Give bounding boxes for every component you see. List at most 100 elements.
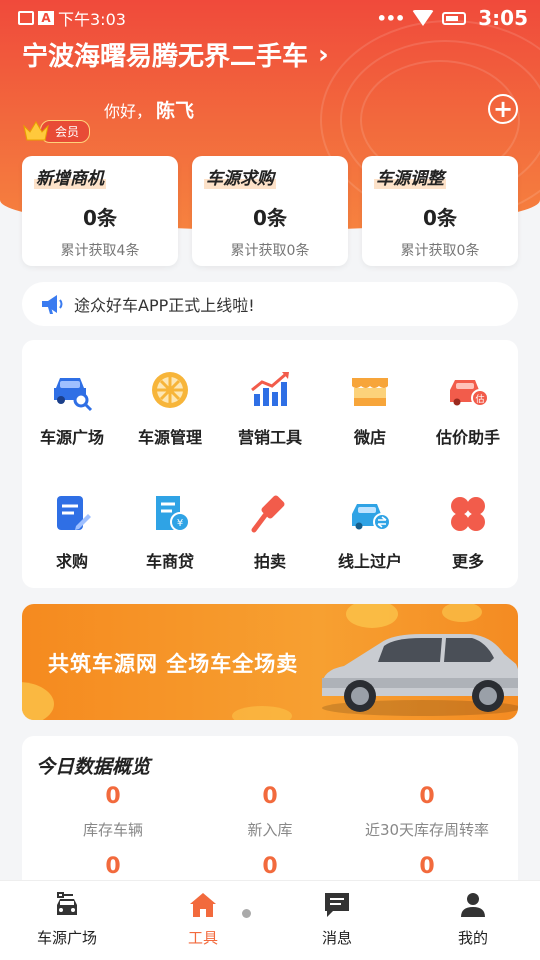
tool-label: 更多: [451, 552, 484, 571]
metric-value: 0: [419, 854, 435, 879]
tool-label: 拍卖: [253, 552, 286, 571]
car-transfer-icon: [352, 504, 391, 531]
overview-title: 今日数据概览: [36, 756, 151, 778]
stat-card-purchase-requests[interactable]: 车源求购 0条 累计获取0条: [192, 156, 348, 266]
metric-new-stock[interactable]: 0 新入库: [185, 784, 355, 840]
auction-hammer-icon: [251, 495, 285, 533]
announcement-bar[interactable]: 途众好车APP正式上线啦!: [22, 282, 518, 326]
crown-icon: [23, 121, 49, 141]
page-indicator-dot: [242, 909, 251, 918]
wheel-icon: [152, 372, 188, 408]
bottom-navigation: 车源广场 工具 消息 我的: [0, 880, 540, 960]
car-square-icon: [57, 892, 77, 915]
more-grid-icon: [451, 497, 485, 531]
stat-value: 0条: [423, 206, 457, 230]
tool-purchase-request[interactable]: 求购: [22, 492, 122, 572]
store-name: 宁波海曙易腾无界二手车: [22, 42, 309, 72]
tool-label: 估价助手: [435, 428, 500, 447]
loan-receipt-icon: ¥: [156, 496, 190, 532]
nav-tools[interactable]: 工具: [148, 889, 258, 948]
tool-label: 微店: [353, 428, 386, 447]
tools-grid: 车源广场 车源管理 营销工具 微店 估 估价助手 求购 ¥ 车商贷 拍卖 线上过…: [22, 340, 518, 588]
metric-turnover-rate[interactable]: 0 近30天库存周转率: [342, 784, 512, 840]
chevron-right-icon: ›: [318, 39, 329, 70]
car-valuation-icon: 估: [450, 380, 489, 407]
svg-text:估: 估: [475, 393, 484, 405]
stat-value: 0条: [253, 206, 287, 230]
tool-car-management[interactable]: 车源管理: [120, 368, 220, 448]
metric-value: 0: [105, 854, 121, 879]
nav-label: 车源广场: [36, 929, 97, 947]
metric-label: 新入库: [247, 821, 293, 839]
announcement-text: 途众好车APP正式上线啦!: [74, 296, 255, 315]
metric-row2-b[interactable]: 0: [185, 854, 355, 879]
stat-subtitle: 累计获取0条: [400, 243, 480, 259]
stat-title: 车源调整: [374, 164, 446, 189]
stat-subtitle: 累计获取4条: [60, 243, 140, 259]
status-left: A 下午3:03: [18, 6, 126, 30]
greeting-text: 你好，: [104, 102, 153, 121]
user-icon: [461, 893, 485, 917]
plus-icon: +: [492, 95, 514, 123]
home-icon: [190, 893, 216, 917]
data-overview: 今日数据概览 0 库存车辆 0 新入库 0 近30天库存周转率 0 0 0: [22, 736, 518, 896]
app-notification-icon: A: [38, 11, 54, 25]
tool-dealer-loan[interactable]: ¥ 车商贷: [120, 492, 220, 572]
status-bar: A 下午3:03 ••• 3:05: [0, 0, 540, 36]
metric-label: 库存车辆: [82, 821, 143, 839]
tool-label: 求购: [55, 552, 88, 571]
tool-label: 车源管理: [137, 428, 202, 447]
metric-row2-c[interactable]: 0: [342, 854, 512, 879]
gallery-notification-icon: [18, 11, 34, 25]
store-selector[interactable]: 宁波海曙易腾无界二手车 ›: [22, 36, 329, 73]
status-time: 3:05: [478, 6, 528, 30]
stat-title: 新增商机: [34, 164, 106, 189]
stat-subtitle: 累计获取0条: [230, 243, 310, 259]
message-icon: [325, 893, 349, 917]
nav-label: 工具: [187, 929, 218, 947]
metric-row2-a[interactable]: 0: [28, 854, 198, 879]
nav-messages[interactable]: 消息: [282, 889, 392, 948]
stat-card-new-leads[interactable]: 新增商机 0条 累计获取4条: [22, 156, 178, 266]
tool-label: 营销工具: [237, 428, 302, 447]
more-notifications-icon: •••: [376, 8, 406, 28]
svg-text:¥: ¥: [177, 518, 183, 529]
tool-car-square[interactable]: 车源广场: [22, 368, 122, 448]
add-button[interactable]: +: [488, 94, 518, 124]
status-left-text: 下午3:03: [58, 10, 126, 29]
car-search-icon: [54, 378, 93, 412]
tool-more[interactable]: 更多: [418, 492, 518, 572]
metric-label: 近30天库存周转率: [364, 821, 490, 839]
status-right: ••• 3:05: [377, 6, 528, 30]
megaphone-icon: [42, 295, 63, 314]
wifi-icon: [412, 10, 435, 26]
stat-title: 车源求购: [204, 164, 276, 189]
stat-card-source-adjustments[interactable]: 车源调整 0条 累计获取0条: [362, 156, 518, 266]
user-name: 陈飞: [156, 100, 195, 122]
metric-inventory[interactable]: 0 库存车辆: [28, 784, 198, 840]
nav-profile[interactable]: 我的: [418, 889, 528, 948]
tool-online-transfer[interactable]: 线上过户: [320, 492, 420, 572]
metric-value: 0: [262, 784, 278, 809]
document-edit-icon: [57, 496, 91, 530]
tool-label: 车商贷: [145, 552, 194, 571]
nav-label: 消息: [321, 929, 352, 947]
chart-growth-icon: [251, 372, 289, 406]
tool-label: 车源广场: [39, 428, 104, 447]
tool-auction[interactable]: 拍卖: [220, 492, 320, 572]
tool-valuation[interactable]: 估 估价助手: [418, 368, 518, 448]
battery-icon: [442, 11, 467, 25]
metric-value: 0: [262, 854, 278, 879]
member-badge[interactable]: 会员: [22, 118, 91, 144]
tool-micro-shop[interactable]: 微店: [320, 368, 420, 448]
greeting: 你好， 陈飞: [104, 96, 194, 123]
metric-value: 0: [105, 784, 121, 809]
stat-value: 0条: [83, 206, 117, 230]
nav-car-square[interactable]: 车源广场: [12, 889, 122, 948]
nav-label: 我的: [457, 929, 488, 947]
tool-marketing[interactable]: 营销工具: [220, 368, 320, 448]
banner-text: 共筑车源网 全场车全场卖: [48, 652, 299, 676]
promo-banner[interactable]: 共筑车源网 全场车全场卖: [22, 604, 518, 720]
tool-label: 线上过户: [337, 552, 402, 571]
metric-value: 0: [419, 784, 435, 809]
